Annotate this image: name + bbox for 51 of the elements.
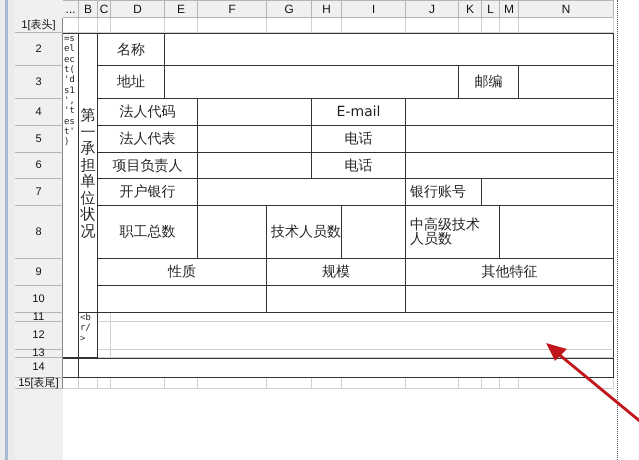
table-cell: 邮编 [459,66,519,99]
table-cell: 其他特征 [406,259,614,286]
table-cell: 第一承担单位状况 [79,33,98,313]
table-cell: 中高级技术人员数 [406,206,500,259]
table-cell: E-mail [312,99,406,126]
column-header[interactable]: D [111,0,165,18]
column-header[interactable]: I [342,0,406,18]
table-cell: 规模 [267,259,406,286]
table-cell: 开户银行 [98,179,198,206]
row-header[interactable]: 6 [15,153,63,179]
row-header[interactable]: 9 [15,259,63,286]
table-cell: 法人代码 [98,99,198,126]
column-header[interactable]: F [198,0,267,18]
table-cell: 名称 [98,33,165,66]
row-header[interactable]: 7 [15,179,63,206]
row-header[interactable]: 8 [15,206,63,259]
column-header[interactable]: G [267,0,312,18]
table-cell: <br/> [79,313,98,358]
column-header[interactable]: L [482,0,500,18]
column-header[interactable]: B [79,0,98,18]
column-header[interactable]: N [519,0,614,18]
row-header[interactable]: 13 [15,350,63,358]
row-header[interactable]: 4 [15,99,63,126]
table-cell: 职工总数 [98,206,198,259]
row-header[interactable]: 11 [15,313,63,322]
table-cell: 地址 [98,66,165,99]
column-header[interactable]: E [165,0,198,18]
row-header[interactable]: 14 [15,358,63,378]
column-header[interactable]: K [459,0,482,18]
table-cell [342,206,406,259]
table-cell: 性质 [98,259,267,286]
column-header[interactable]: J [406,0,459,18]
table-cell: =select('ds1','test') [63,33,79,358]
column-header[interactable]: H [312,0,342,18]
table-cell: 项目负责人 [98,153,198,179]
table-cell: 法人代表 [98,126,198,153]
column-header[interactable]: ... [63,0,79,18]
row-header[interactable]: 1[表头] [15,18,63,33]
row-header[interactable]: 5 [15,126,63,153]
row-header[interactable]: 15[表尾] [15,378,63,389]
table-cell [63,358,79,378]
table-cell [198,206,267,259]
table-cell: 电话 [312,153,406,179]
table-cell: 银行账号 [406,179,482,206]
row-header[interactable]: 2 [15,33,63,66]
table-cell: 电话 [312,126,406,153]
column-header[interactable]: M [500,0,519,18]
column-header[interactable]: C [98,0,111,18]
row-header[interactable]: 10 [15,286,63,313]
table-cell: 技术人员数 [267,206,342,259]
row-header[interactable]: 3 [15,66,63,99]
